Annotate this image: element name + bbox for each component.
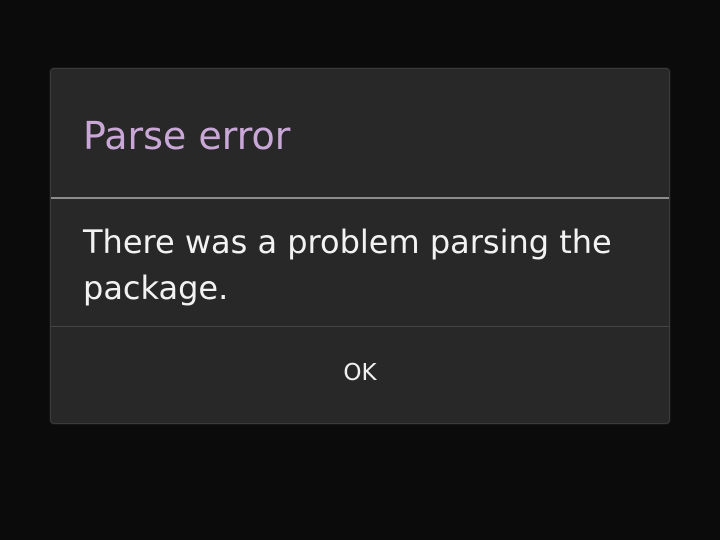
title-divider bbox=[51, 197, 669, 199]
ok-button-label: OK bbox=[343, 360, 377, 386]
ok-button[interactable]: OK bbox=[51, 327, 669, 423]
screen-background: Parse error There was a problem parsing … bbox=[0, 0, 720, 540]
dialog-title: Parse error bbox=[83, 114, 291, 158]
dialog-message: There was a problem parsing the package. bbox=[83, 223, 612, 307]
parse-error-dialog: Parse error There was a problem parsing … bbox=[50, 68, 670, 424]
